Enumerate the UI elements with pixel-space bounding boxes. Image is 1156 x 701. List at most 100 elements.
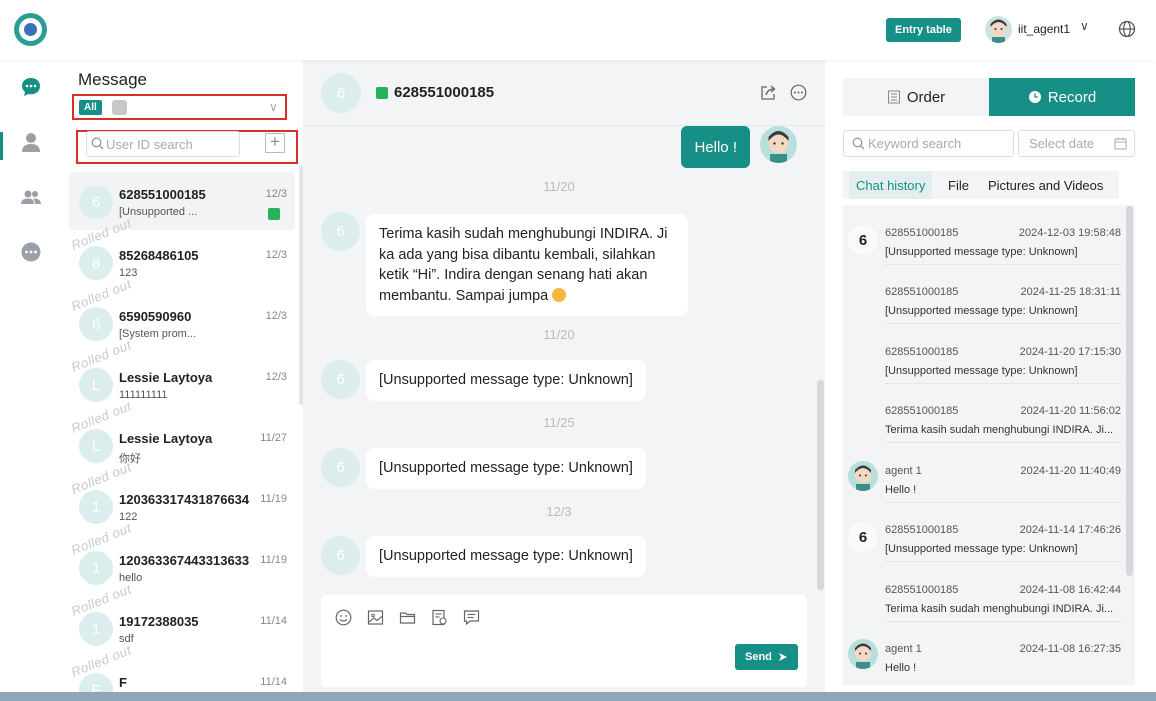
date-separator: 11/20	[543, 327, 575, 342]
conversation-date: 12/3	[265, 310, 287, 322]
nav-rail	[0, 60, 62, 692]
subtab-chat-history[interactable]: Chat history	[849, 171, 933, 199]
history-time: 2024-11-20 11:40:49	[1020, 465, 1121, 477]
conversation-avatar: L	[79, 429, 113, 463]
conversation-date: 11/27	[260, 432, 287, 444]
history-text: Terima kasih sudah menghubungi INDIRA. J…	[885, 424, 1114, 436]
conversation-item[interactable]: 1 Rolled out 19172388035 sdf 11/14	[69, 581, 295, 657]
history-item[interactable]: agent 1 2024-11-08 16:27:35 Hello !	[843, 621, 1135, 681]
send-button[interactable]: Send	[735, 644, 798, 670]
conversation-date: 12/3	[265, 188, 287, 200]
quick-reply-icon[interactable]	[463, 609, 480, 626]
conversation-item[interactable]: L Rolled out Lessie Laytoya 你好 11/27	[69, 398, 295, 474]
more-dots-icon[interactable]	[20, 241, 42, 263]
history-name: agent 1	[885, 465, 922, 477]
conversation-name: 120363367443313633	[119, 553, 250, 568]
conversation-date: 11/19	[260, 554, 287, 566]
send-arrow-icon	[778, 653, 787, 661]
conversation-avatar: 1	[79, 612, 113, 646]
message-line: Terima kasih sudah menghubungi INDIRA. J…	[379, 226, 668, 242]
conversation-name: 628551000185	[119, 187, 206, 202]
globe-icon[interactable]	[1118, 20, 1136, 38]
conversation-item[interactable]: 1 Rolled out 120363317431876634 122 11/1…	[69, 459, 295, 535]
chat-contact-avatar: 6	[321, 73, 361, 113]
history-item[interactable]: 628551000185 2024-11-20 11:56:02 Terima …	[843, 383, 1135, 443]
nav-active-indicator	[0, 132, 3, 160]
date-separator: 11/25	[543, 415, 575, 430]
user-icon[interactable]	[20, 131, 42, 153]
image-icon[interactable]	[367, 609, 384, 626]
conversation-item[interactable]: 6 628551000185 [Unsupported ... 12/3	[69, 172, 295, 230]
folder-icon[interactable]	[399, 609, 416, 626]
entry-table-button[interactable]: Entry table	[886, 18, 961, 42]
tab-record[interactable]: Record	[989, 78, 1135, 116]
chat-bubble-icon[interactable]	[20, 76, 42, 98]
history-name: 628551000185	[885, 405, 959, 417]
chat-scrollbar[interactable]	[817, 380, 824, 590]
history-name: 628551000185	[885, 524, 959, 536]
history-time: 2024-11-20 17:15:30	[1019, 346, 1121, 358]
contact-avatar: 6	[321, 360, 360, 399]
conversation-name: 85268486105	[119, 248, 199, 263]
order-list-icon	[887, 90, 900, 104]
users-icon[interactable]	[20, 186, 42, 208]
conversation-name: 6590590960	[119, 309, 192, 324]
filter-all-chip[interactable]: All	[79, 100, 102, 115]
date-separator: 12/3	[546, 504, 572, 519]
history-item[interactable]: 628551000185 2024-11-20 17:15:30 [Unsupp…	[843, 324, 1135, 384]
message-area[interactable]: Hello ! 11/20 6 Terima kasih sudah mengh…	[303, 126, 825, 586]
document-icon[interactable]	[431, 609, 448, 626]
whatsapp-filter-icon[interactable]	[112, 100, 127, 115]
emoji-icon[interactable]	[335, 609, 352, 626]
chat-history-list[interactable]: 6 628551000185 2024-12-03 19:58:48 [Unsu…	[843, 205, 1135, 685]
history-item[interactable]: 6 628551000185 2024-12-03 19:58:48 [Unsu…	[843, 205, 1135, 265]
smile-emoji-icon	[552, 287, 567, 302]
history-name: 628551000185	[885, 584, 959, 596]
incoming-message: [Unsupported message type: Unknown]	[366, 360, 646, 401]
history-item[interactable]: 628551000185 2024-11-08 16:42:44 Terima …	[843, 562, 1135, 622]
history-item[interactable]: 6 628551000185 2024-11-14 17:46:26 [Unsu…	[843, 502, 1135, 562]
chevron-down-icon[interactable]: ∨	[269, 100, 278, 114]
conversation-item[interactable]: 1 Rolled out 120363367443313633 hello 11…	[69, 520, 295, 596]
user-id-search-input[interactable]	[86, 131, 240, 157]
add-conversation-button[interactable]: +	[265, 133, 285, 153]
history-text: Hello !	[885, 662, 917, 674]
message-composer[interactable]: Send	[321, 595, 807, 687]
agent-face-icon	[990, 19, 1007, 43]
conversation-item[interactable]: 8 Rolled out 85268486105 123 12/3	[69, 215, 295, 291]
app-logo[interactable]	[14, 13, 47, 46]
tab-order[interactable]: Order	[843, 78, 989, 116]
conversation-avatar: 1	[79, 551, 113, 585]
conversation-item[interactable]: F Rolled out F 11/14	[69, 642, 295, 692]
conversation-date: 12/3	[265, 249, 287, 261]
more-options-icon[interactable]	[790, 84, 807, 101]
history-scrollbar[interactable]	[1126, 206, 1133, 576]
message-line: membantu. Sampai jumpa	[379, 286, 675, 307]
agent-name[interactable]: iit_agent1	[1018, 22, 1070, 36]
chevron-down-icon[interactable]: ∨	[1080, 19, 1089, 33]
date-picker-input[interactable]: Select date	[1018, 130, 1135, 157]
conversation-avatar: 1	[79, 490, 113, 524]
conversation-item[interactable]: L Rolled out Lessie Laytoya 111111111 12…	[69, 337, 295, 413]
history-name: agent 1	[885, 643, 922, 655]
history-item[interactable]: agent 1 2024-11-20 11:40:49 Hello !	[843, 443, 1135, 503]
outgoing-message: Hello !	[681, 126, 750, 168]
agent-avatar	[848, 639, 878, 669]
conversation-item[interactable]: 6 Rolled out 6590590960 [System prom... …	[69, 276, 295, 352]
keyword-search-input[interactable]	[843, 130, 1014, 157]
conversation-avatar: L	[79, 368, 113, 402]
conversation-name: F	[119, 675, 127, 690]
conversation-preview: [System prom...	[119, 328, 197, 340]
share-icon[interactable]	[760, 84, 777, 101]
clock-icon	[1028, 91, 1041, 103]
conversation-name: 120363317431876634	[119, 492, 250, 507]
app: Entry table iit_agent1 ∨ Message All ∨ U…	[0, 0, 1156, 701]
filter-highlight-box	[72, 94, 287, 120]
subtab-file[interactable]: File	[948, 171, 969, 199]
history-item[interactable]: 628551000185 2024-11-25 18:31:11 [Unsupp…	[843, 264, 1135, 324]
agent-avatar[interactable]	[985, 16, 1012, 43]
conversation-avatar: 6	[79, 185, 113, 219]
contact-avatar: 6	[321, 212, 360, 251]
logo-icon	[19, 18, 42, 41]
subtab-pictures-videos[interactable]: Pictures and Videos	[988, 171, 1103, 199]
